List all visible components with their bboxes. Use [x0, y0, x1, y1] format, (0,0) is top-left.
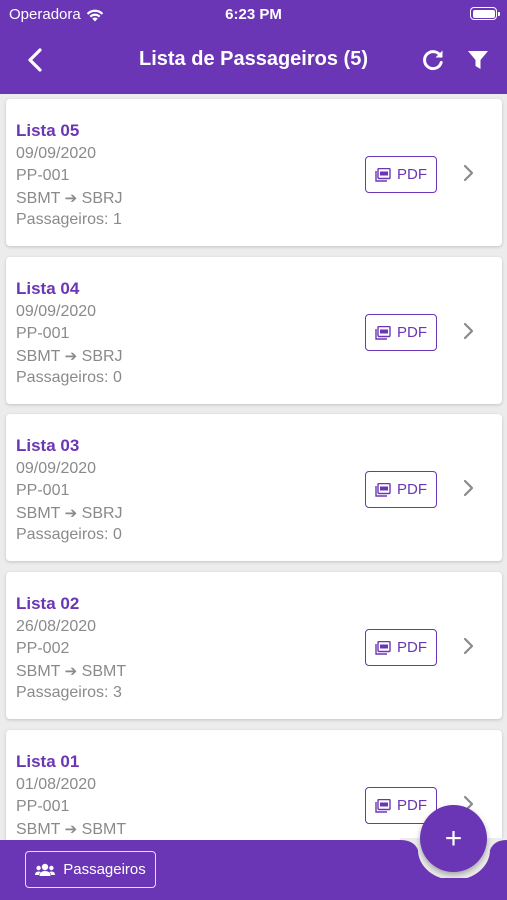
list-name: Lista 03 [16, 436, 80, 455]
pdf-button-label: PDF [397, 324, 427, 341]
route-arrow-icon: ➔ [64, 505, 78, 522]
pdf-file-icon [375, 325, 391, 340]
app-header: Operadora 6:23 PM Lista de Passageiros (… [0, 0, 507, 94]
passengers-button[interactable]: Passageiros [25, 851, 156, 888]
list-date: 09/09/2020 [16, 303, 97, 320]
passenger-lists: Lista 05 09/09/2020 PP-001 SBMT ➔ SBRJ P… [0, 94, 507, 840]
list-card[interactable]: Lista 02 26/08/2020 PP-002 SBMT ➔ SBMT P… [6, 572, 502, 719]
route-arrow-icon: ➔ [64, 663, 78, 680]
pdf-button-label: PDF [397, 481, 427, 498]
list-route: SBMT ➔ SBRJ [16, 189, 123, 208]
route-origin: SBMT [16, 348, 61, 365]
list-card[interactable]: Lista 05 09/09/2020 PP-001 SBMT ➔ SBRJ P… [6, 99, 502, 246]
users-icon [35, 863, 56, 876]
nav-bar: Lista de Passageiros (5) [0, 40, 507, 80]
route-arrow-icon: ➔ [64, 821, 78, 838]
route-destination: SBMT [81, 663, 127, 680]
list-route: SBMT ➔ SBRJ [16, 347, 123, 366]
list-code: PP-001 [16, 325, 70, 342]
pdf-button-label: PDF [397, 639, 427, 656]
list-route: SBMT ➔ SBRJ [16, 504, 123, 523]
route-origin: SBMT [16, 190, 61, 207]
list-name: Lista 02 [16, 594, 80, 613]
filter-icon[interactable] [466, 48, 490, 72]
status-time: 6:23 PM [225, 6, 282, 23]
chevron-right-icon[interactable] [463, 636, 475, 656]
list-route: SBMT ➔ SBMT [16, 662, 126, 681]
list-name: Lista 01 [16, 752, 80, 771]
pdf-file-icon [375, 798, 391, 813]
list-code: PP-002 [16, 640, 70, 657]
plus-icon: + [444, 821, 463, 855]
route-destination: SBMT [81, 821, 127, 838]
pdf-button[interactable]: PDF [365, 314, 437, 351]
list-passenger-count: Passageiros: 0 [16, 369, 122, 386]
list-card[interactable]: Lista 04 09/09/2020 PP-001 SBMT ➔ SBRJ P… [6, 257, 502, 404]
refresh-icon[interactable] [420, 47, 446, 73]
list-date: 09/09/2020 [16, 145, 97, 162]
chevron-right-icon[interactable] [463, 321, 475, 341]
list-date: 09/09/2020 [16, 460, 97, 477]
add-list-button[interactable]: + [420, 805, 487, 872]
list-code: PP-001 [16, 167, 70, 184]
passengers-button-label: Passageiros [63, 861, 146, 878]
list-passenger-count: Passageiros: 3 [16, 684, 122, 701]
route-origin: SBMT [16, 505, 61, 522]
pdf-file-icon [375, 167, 391, 182]
pdf-button-label: PDF [397, 797, 427, 814]
list-code: PP-001 [16, 482, 70, 499]
route-arrow-icon: ➔ [64, 348, 78, 365]
list-name: Lista 05 [16, 121, 80, 140]
pdf-button-label: PDF [397, 166, 427, 183]
battery-icon [470, 7, 500, 20]
list-passenger-count: Passageiros: 1 [16, 211, 122, 228]
pdf-file-icon [375, 482, 391, 497]
route-origin: SBMT [16, 663, 61, 680]
list-passenger-count: Passageiros: 0 [16, 526, 122, 543]
list-date: 26/08/2020 [16, 618, 97, 635]
pdf-button[interactable]: PDF [365, 156, 437, 193]
list-date: 01/08/2020 [16, 776, 97, 793]
status-bar: Operadora 6:23 PM [0, 0, 507, 28]
route-destination: SBRJ [81, 505, 123, 522]
chevron-right-icon[interactable] [463, 478, 475, 498]
route-arrow-icon: ➔ [64, 190, 78, 207]
route-destination: SBRJ [81, 190, 123, 207]
list-name: Lista 04 [16, 279, 80, 298]
list-route: SBMT ➔ SBMT [16, 820, 126, 839]
list-card[interactable]: Lista 03 09/09/2020 PP-001 SBMT ➔ SBRJ P… [6, 414, 502, 561]
pdf-file-icon [375, 640, 391, 655]
list-code: PP-001 [16, 798, 70, 815]
chevron-right-icon[interactable] [463, 163, 475, 183]
pdf-button[interactable]: PDF [365, 471, 437, 508]
route-origin: SBMT [16, 821, 61, 838]
pdf-button[interactable]: PDF [365, 629, 437, 666]
route-destination: SBRJ [81, 348, 123, 365]
